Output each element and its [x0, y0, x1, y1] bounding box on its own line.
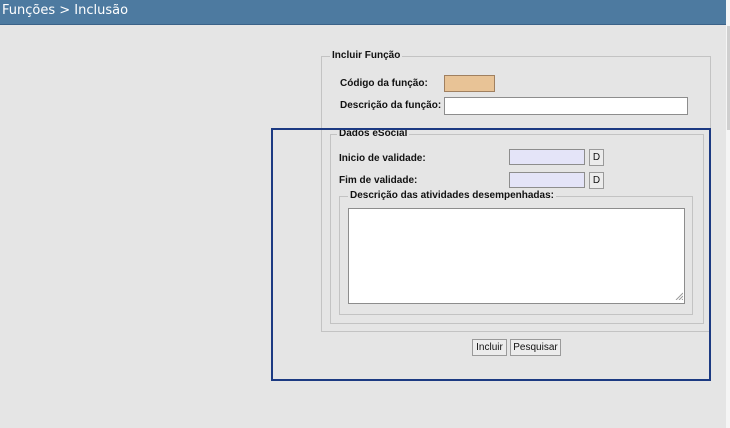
incluir-funcao-legend: Incluir Função	[330, 50, 403, 62]
descricao-funcao-field[interactable]	[444, 97, 688, 115]
page-title: Funções > Inclusão	[2, 3, 129, 18]
codigo-funcao-field[interactable]	[444, 75, 495, 92]
codigo-funcao-label: Código da função:	[340, 78, 428, 89]
title-bar: Funções > Inclusão	[0, 0, 726, 25]
highlight-box	[271, 128, 711, 381]
descricao-funcao-label: Descrição da função:	[340, 100, 442, 111]
